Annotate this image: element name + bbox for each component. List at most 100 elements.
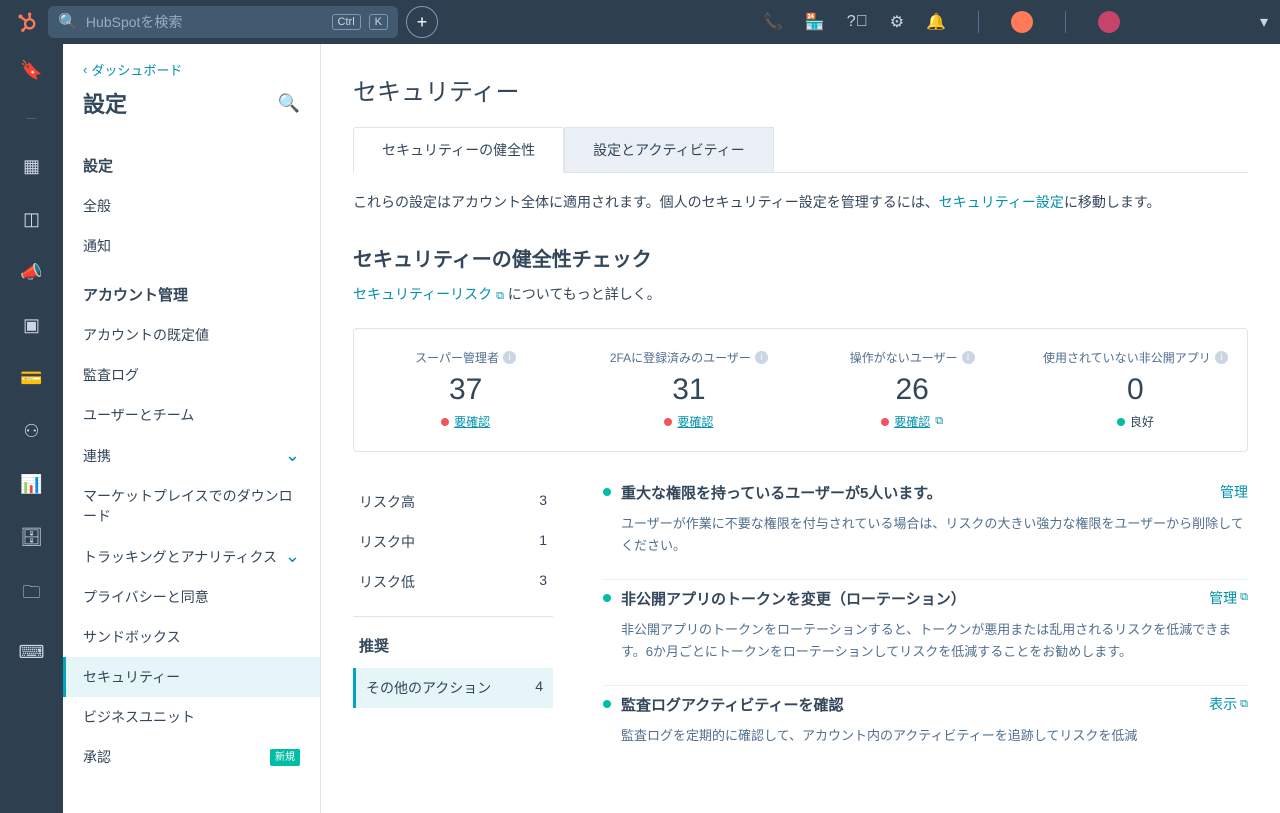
bookmark-icon[interactable]: 🔖 — [20, 60, 42, 81]
tabs: セキュリティーの健全性 設定とアクティビティー — [353, 127, 1248, 173]
finding-description: 監査ログを定期的に確認して、アカウント内のアクティビティーを追跡してリスクを低減 — [603, 725, 1248, 747]
marketing-icon[interactable]: 📣 — [20, 262, 42, 283]
sb-item-auditlog[interactable]: 監査ログ — [63, 355, 320, 395]
status-dot — [603, 700, 611, 708]
finding-item: 非公開アプリのトークンを変更（ローテーション）管理 ⧉非公開アプリのトークンをロ… — [603, 588, 1248, 686]
risk-low[interactable]: リスク低3 — [353, 562, 553, 602]
sb-item-general[interactable]: 全般 — [63, 186, 320, 226]
info-icon[interactable]: i — [503, 351, 516, 364]
finding-title: 重大な権限を持っているユーザーが5人います。 — [621, 482, 1210, 503]
external-link-icon: ⧉ — [496, 290, 504, 302]
sb-item-defaults[interactable]: アカウントの既定値 — [63, 315, 320, 355]
kbd-k: K — [369, 14, 388, 30]
sb-item-security[interactable]: セキュリティー — [63, 657, 320, 697]
stat-label: 2FAに登録済みのユーザー i — [610, 349, 768, 366]
finding-action-link[interactable]: 管理 — [1220, 482, 1248, 502]
other-actions-item[interactable]: その他のアクション4 — [353, 668, 553, 708]
content-icon[interactable]: ▣ — [23, 315, 40, 336]
chevron-down-icon: ⌄ — [285, 445, 300, 466]
code-icon[interactable]: ⌨ — [19, 642, 45, 663]
stat-label: 使用されていない非公開アプリ i — [1043, 349, 1228, 366]
external-link-icon: ⧉ — [935, 415, 943, 428]
stat-card: 使用されていない非公開アプリ i0良好 — [1024, 343, 1247, 437]
separator — [978, 11, 979, 33]
automation-icon[interactable]: ⚇ — [23, 421, 39, 442]
page-title: セキュリティー — [353, 72, 1248, 107]
sb-item-tracking-analytics[interactable]: トラッキングとアナリティクス⌄ — [63, 536, 320, 577]
settings-icon[interactable]: ⚙ — [890, 12, 904, 32]
data-icon[interactable]: 🗄 — [20, 527, 43, 548]
tab-settings-activity[interactable]: 設定とアクティビティー — [564, 127, 774, 172]
info-icon[interactable]: i — [1215, 351, 1228, 364]
status-dot — [881, 418, 889, 426]
finding-description: ユーザーが作業に不要な権限を付与されている場合は、リスクの大きい強力な権限をユー… — [603, 513, 1248, 557]
new-badge: 新規 — [270, 749, 300, 766]
files-icon[interactable]: 🗀 — [23, 580, 41, 610]
stat-card: スーパー管理者 i37要確認 — [354, 343, 577, 437]
status-dot — [603, 488, 611, 496]
phone-icon[interactable]: 📞 — [763, 12, 783, 32]
sb-item-privacy[interactable]: プライバシーと同意 — [63, 577, 320, 617]
sb-heading-account: アカウント管理 — [63, 266, 320, 315]
sb-item-integrations[interactable]: 連携⌄ — [63, 435, 320, 476]
back-label: ダッシュボード — [91, 60, 182, 79]
help-icon[interactable]: ?⃝ — [847, 13, 868, 31]
recommended-heading: 推奨 — [353, 631, 553, 668]
sb-item-approvals[interactable]: 承認新規 — [63, 737, 320, 777]
sidebar-search-icon[interactable]: 🔍 — [278, 93, 300, 114]
reports-icon[interactable]: 📊 — [20, 474, 42, 495]
back-link[interactable]: ‹ ダッシュボード — [63, 60, 320, 87]
review-link[interactable]: 要確認 — [894, 413, 930, 430]
external-link-icon: ⧉ — [1240, 591, 1248, 604]
finding-item: 重大な権限を持っているユーザーが5人います。管理ユーザーが作業に不要な権限を付与… — [603, 482, 1248, 580]
sb-item-sandbox[interactable]: サンドボックス — [63, 617, 320, 657]
intro-text: これらの設定はアカウント全体に適用されます。個人のセキュリティー設定を管理するに… — [353, 191, 1248, 215]
tab-security-health[interactable]: セキュリティーの健全性 — [353, 127, 564, 173]
sb-item-notifications[interactable]: 通知 — [63, 226, 320, 266]
apps-icon[interactable]: ▦ — [23, 156, 40, 177]
contacts-icon[interactable]: ◫ — [23, 209, 40, 230]
topnav-icons: 📞 🏪 ?⃝ ⚙ 🔔 ▾ — [763, 11, 1268, 33]
findings-list: 重大な権限を持っているユーザーが5人います。管理ユーザーが作業に不要な権限を付与… — [603, 482, 1248, 777]
sb-item-marketplace-dl[interactable]: マーケットプレイスでのダウンロード — [63, 476, 320, 536]
chevron-left-icon: ‹ — [83, 62, 87, 77]
security-risks-link[interactable]: セキュリティーリスク ⧉ — [353, 286, 504, 302]
create-button[interactable]: + — [406, 6, 438, 38]
finding-action-link[interactable]: 管理 ⧉ — [1209, 588, 1248, 608]
main-content: セキュリティー セキュリティーの健全性 設定とアクティビティー これらの設定はア… — [321, 44, 1280, 813]
search-input[interactable] — [86, 14, 324, 30]
commerce-icon[interactable]: 💳 — [20, 368, 42, 389]
separator — [1065, 11, 1066, 33]
stat-value: 26 — [811, 373, 1014, 407]
info-icon[interactable]: i — [755, 351, 768, 364]
security-settings-link[interactable]: セキュリティー設定 — [939, 194, 1064, 210]
chevron-down-icon: ⌄ — [285, 546, 300, 567]
notifications-icon[interactable]: 🔔 — [926, 12, 946, 32]
stat-value: 0 — [1034, 373, 1237, 407]
review-link[interactable]: 要確認 — [454, 413, 490, 430]
risk-med[interactable]: リスク中1 — [353, 522, 553, 562]
stat-value: 31 — [587, 373, 790, 407]
status-dot — [664, 418, 672, 426]
top-nav: 🔍 Ctrl K + 📞 🏪 ?⃝ ⚙ 🔔 ▾ — [0, 0, 1280, 44]
sidebar-title: 設定 — [83, 87, 127, 119]
global-search[interactable]: 🔍 Ctrl K — [48, 6, 398, 38]
external-link-icon: ⧉ — [1240, 698, 1248, 711]
info-icon[interactable]: i — [962, 351, 975, 364]
stat-label: 操作がないユーザー i — [850, 349, 975, 366]
marketplace-icon[interactable]: 🏪 — [805, 12, 825, 32]
rail-divider: — — [27, 113, 37, 124]
status-dot — [441, 418, 449, 426]
sb-item-users-teams[interactable]: ユーザーとチーム — [63, 395, 320, 435]
finding-action-link[interactable]: 表示 ⧉ — [1209, 694, 1248, 714]
sb-item-business-units[interactable]: ビジネスユニット — [63, 697, 320, 737]
risk-high[interactable]: リスク高3 — [353, 482, 553, 522]
finding-title: 非公開アプリのトークンを変更（ローテーション） — [621, 588, 1199, 609]
account-avatar[interactable] — [1011, 11, 1033, 33]
hubspot-logo[interactable] — [12, 8, 40, 36]
account-menu[interactable]: ▾ — [1098, 11, 1268, 33]
review-link[interactable]: 要確認 — [677, 413, 713, 430]
status-dot — [1117, 418, 1125, 426]
kbd-ctrl: Ctrl — [332, 14, 361, 30]
stat-value: 37 — [364, 373, 567, 407]
